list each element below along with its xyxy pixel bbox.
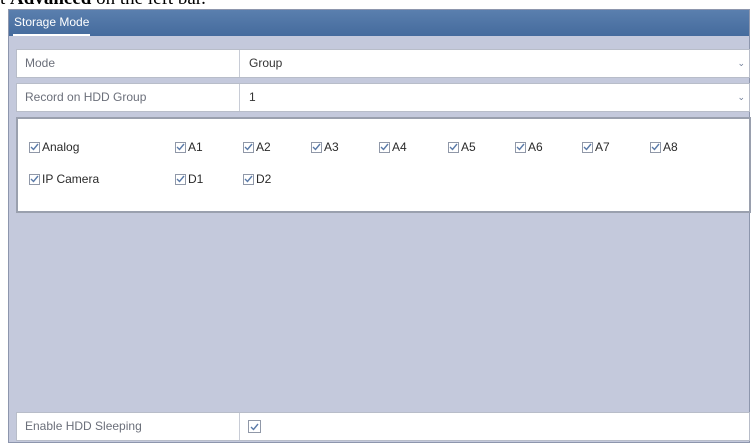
channel-a7-checkbox-label: A7 [595,140,610,154]
hdd-sleeping-checkbox[interactable] [248,420,261,433]
checkbox[interactable] [448,141,459,153]
caption-bold: Advanced [10,0,91,9]
checkmark-icon [250,423,259,431]
checkmark-icon [583,143,592,151]
analog-checkbox[interactable]: Analog [29,139,79,155]
channel-d2-checkbox[interactable]: D2 [243,171,271,187]
analog-checkbox-label: Analog [42,140,80,154]
checkmark-icon [30,175,39,183]
ip-camera-checkbox-label: IP Camera [42,172,100,186]
checkbox[interactable] [243,141,254,153]
checkmark-icon [244,143,253,151]
channel-a1-checkbox-label: A1 [188,140,203,154]
checkmark-icon [312,143,321,151]
mode-label: Mode [25,56,56,70]
chevron-down-icon[interactable]: ⌄ [737,84,745,111]
channel-a3-checkbox[interactable]: A3 [311,139,339,155]
channel-a2-checkbox-label: A2 [256,140,271,154]
record-hdd-group-row: Record on HDD Group 1 ⌄ [16,83,750,112]
row-divider [239,413,240,440]
checkmark-icon [380,143,389,151]
checkmark-icon [176,175,185,183]
checkmark-icon [30,143,39,151]
checkmark-icon [651,143,660,151]
channel-a6-checkbox-label: A6 [528,140,543,154]
channel-a5-checkbox[interactable]: A5 [448,139,476,155]
checkmark-icon [176,143,185,151]
instruction-caption: t Advanced on the left bar. [0,0,206,9]
record-hdd-group-select[interactable]: 1 [249,84,256,111]
channel-a8-checkbox-label: A8 [663,140,678,154]
channel-a4-checkbox[interactable]: A4 [379,139,407,155]
channel-a4-checkbox-label: A4 [392,140,407,154]
channel-a6-checkbox[interactable]: A6 [515,139,543,155]
checkmark-icon [516,143,525,151]
channel-d2-checkbox-label: D2 [256,172,272,186]
mode-select[interactable]: Group [249,50,282,77]
title-bar: Storage Mode [9,10,749,36]
checkbox[interactable] [379,141,390,153]
checkbox[interactable] [29,173,40,185]
checkbox[interactable] [175,173,186,185]
hdd-sleeping-label: Enable HDD Sleeping [25,419,142,433]
checkbox[interactable] [29,141,40,153]
checkbox[interactable] [515,141,526,153]
checkmark-icon [449,143,458,151]
checkbox[interactable] [582,141,593,153]
row-divider [239,50,240,77]
channel-a8-checkbox[interactable]: A8 [650,139,678,155]
channel-d1-checkbox-label: D1 [188,172,204,186]
mode-row: Mode Group ⌄ [16,49,750,78]
checkbox[interactable] [243,173,254,185]
channel-selection-box: Analog A1 A2 A3 A4 A5 A6 A7 A8 IP Camera D1 D2 [16,117,751,213]
hdd-sleeping-row: Enable HDD Sleeping [16,412,750,441]
channel-a5-checkbox-label: A5 [461,140,476,154]
channel-d1-checkbox[interactable]: D1 [175,171,203,187]
checkbox[interactable] [311,141,322,153]
channel-a1-checkbox[interactable]: A1 [175,139,203,155]
storage-mode-panel: Storage Mode Mode Group ⌄ Record on HDD … [8,9,751,443]
checkmark-icon [244,175,253,183]
row-divider [239,84,240,111]
checkbox[interactable] [650,141,661,153]
ip-camera-checkbox[interactable]: IP Camera [29,171,99,187]
chevron-down-icon[interactable]: ⌄ [737,50,745,77]
checkbox[interactable] [175,141,186,153]
tab-storage-mode[interactable]: Storage Mode [13,10,91,36]
channel-a2-checkbox[interactable]: A2 [243,139,271,155]
channel-a7-checkbox[interactable]: A7 [582,139,610,155]
channel-a3-checkbox-label: A3 [324,140,339,154]
record-hdd-group-label: Record on HDD Group [25,90,147,104]
